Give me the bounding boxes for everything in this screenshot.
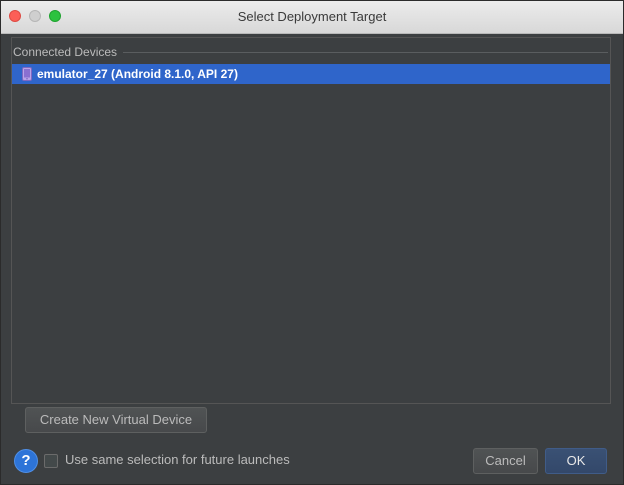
group-separator: [123, 51, 608, 53]
window-title: Select Deployment Target: [237, 9, 387, 24]
device-row-emulator-27[interactable]: emulator_27 (Android 8.1.0, API 27): [12, 64, 610, 84]
connected-devices-header: Connected Devices: [12, 43, 610, 61]
same-selection-checkbox-label[interactable]: Use same selection for future launches: [65, 452, 290, 467]
device-label: emulator_27 (Android 8.1.0, API 27): [37, 67, 238, 81]
connected-devices-label: Connected Devices: [13, 45, 118, 59]
title-bar[interactable]: Select Deployment Target: [1, 1, 623, 34]
select-deployment-target-dialog: Select Deployment Target Connected Devic…: [0, 0, 624, 485]
create-new-virtual-device-button[interactable]: Create New Virtual Device: [25, 407, 207, 433]
help-icon[interactable]: ?: [14, 449, 38, 473]
ok-button[interactable]: OK: [545, 448, 607, 474]
phone-icon: [22, 67, 32, 81]
cancel-button[interactable]: Cancel: [473, 448, 538, 474]
device-list-panel: Connected Devices emulator_27 (Android 8…: [11, 37, 611, 404]
same-selection-checkbox[interactable]: [44, 454, 58, 468]
